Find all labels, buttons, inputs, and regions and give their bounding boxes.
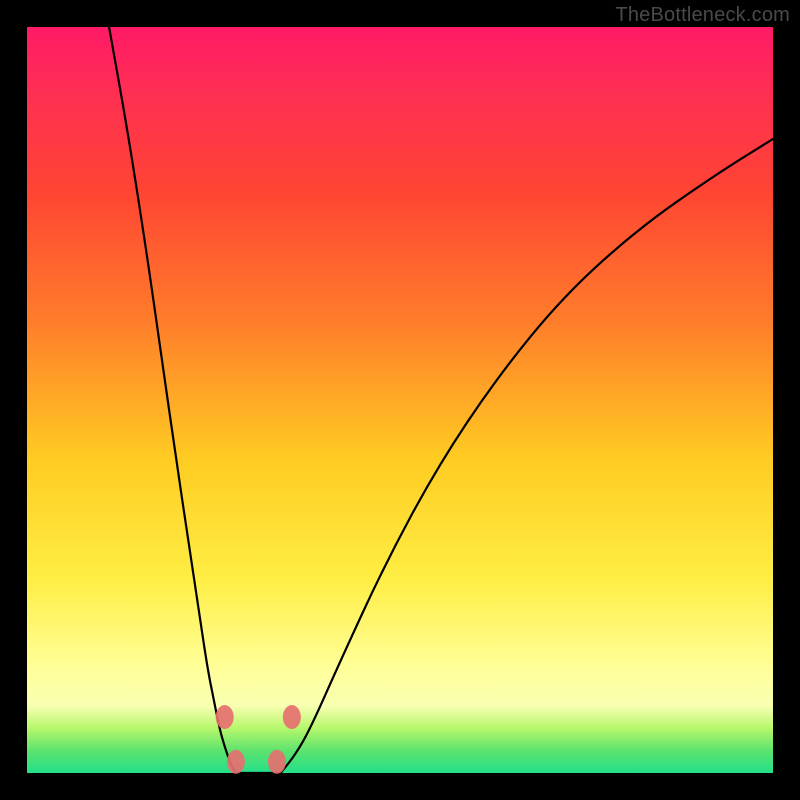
data-marker xyxy=(227,750,245,774)
curve-right-branch xyxy=(281,139,773,773)
plot-area xyxy=(27,27,773,773)
outer-frame: TheBottleneck.com xyxy=(0,0,800,800)
data-marker xyxy=(283,705,301,729)
data-marker xyxy=(216,705,234,729)
data-marker xyxy=(268,750,286,774)
attribution-label: TheBottleneck.com xyxy=(615,4,790,27)
curve-left-branch xyxy=(109,27,236,773)
chart-svg xyxy=(27,27,773,773)
